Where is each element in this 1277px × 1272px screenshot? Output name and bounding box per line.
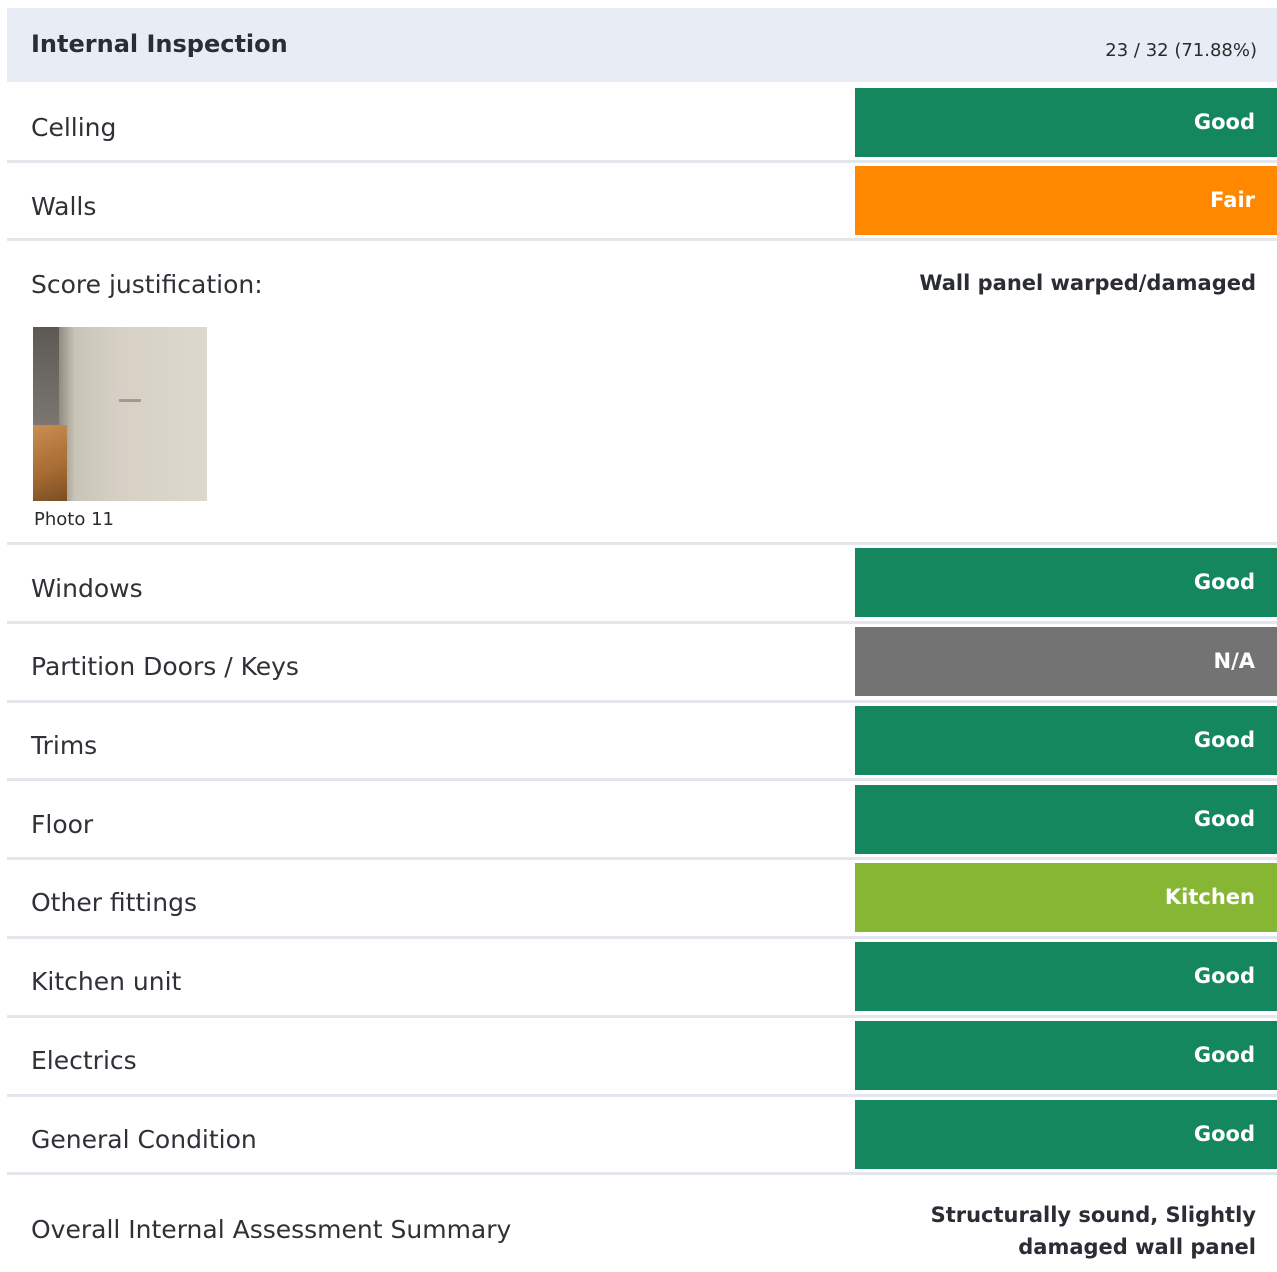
status-badge-fair: Fair <box>855 166 1277 235</box>
row-label: Electrics <box>31 1046 137 1075</box>
inspection-row-other-fittings: Other fittings Kitchen <box>7 860 1277 939</box>
row-label: Trims <box>31 731 98 760</box>
row-label: Other fittings <box>31 888 197 917</box>
assessment-summary: Overall Internal Assessment Summary Stru… <box>7 1175 1277 1272</box>
row-label: Celling <box>31 113 117 142</box>
section-title: Internal Inspection <box>31 30 288 58</box>
status-badge-na: N/A <box>855 627 1277 696</box>
inspection-row-partition-doors: Partition Doors / Keys N/A <box>7 624 1277 703</box>
status-badge-good: Good <box>855 1021 1277 1090</box>
inspection-row-windows: Windows Good <box>7 545 1277 624</box>
justification-value: Wall panel warped/damaged <box>919 271 1256 295</box>
inspection-row-celling: Celling Good <box>7 82 1277 163</box>
row-label: Kitchen unit <box>31 967 182 996</box>
row-label: General Condition <box>31 1125 257 1154</box>
status-badge-good: Good <box>855 88 1277 157</box>
status-badge-good: Good <box>855 548 1277 617</box>
inspection-row-kitchen-unit: Kitchen unit Good <box>7 939 1277 1018</box>
photo-thumbnail[interactable] <box>33 327 207 501</box>
row-label: Floor <box>31 810 94 839</box>
inspection-row-floor: Floor Good <box>7 781 1277 860</box>
inspection-row-general-condition: General Condition Good <box>7 1097 1277 1175</box>
status-badge-good: Good <box>855 1100 1277 1169</box>
status-badge-good: Good <box>855 942 1277 1011</box>
inspection-row-walls: Walls Fair <box>7 163 1277 241</box>
section-header: Internal Inspection 23 / 32 (71.88%) <box>7 8 1277 82</box>
summary-value-line2: damaged wall panel <box>1018 1235 1256 1259</box>
status-badge-good: Good <box>855 785 1277 854</box>
justification-label: Score justification: <box>31 270 263 299</box>
inspection-row-electrics: Electrics Good <box>7 1018 1277 1097</box>
photo-caption: Photo 11 <box>34 509 114 530</box>
summary-value-line1: Structurally sound, Slightly <box>930 1203 1256 1227</box>
row-label: Partition Doors / Keys <box>31 652 299 681</box>
status-badge-kitchen: Kitchen <box>855 863 1277 932</box>
inspection-row-trims: Trims Good <box>7 703 1277 781</box>
row-label: Walls <box>31 192 97 221</box>
score-justification-block: Score justification: Wall panel warped/d… <box>7 241 1277 545</box>
status-badge-good: Good <box>855 706 1277 775</box>
row-label: Windows <box>31 574 143 603</box>
section-score: 23 / 32 (71.88%) <box>1105 40 1257 61</box>
summary-label: Overall Internal Assessment Summary <box>31 1215 512 1244</box>
